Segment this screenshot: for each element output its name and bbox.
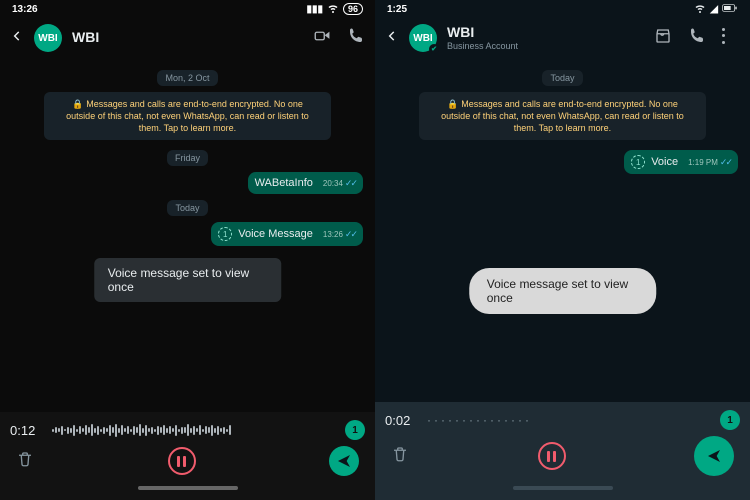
pause-button[interactable] (538, 442, 566, 470)
lock-icon: 🔒 (447, 99, 458, 109)
home-indicator[interactable] (138, 486, 238, 490)
wifi-icon (694, 2, 706, 17)
toast: Voice message set to view once (94, 258, 282, 302)
chat-header: WBI ✔ WBI Business Account (375, 18, 750, 58)
date-separator: Mon, 2 Oct (157, 70, 217, 86)
pause-button[interactable] (168, 447, 196, 475)
chat-title[interactable]: WBI (72, 30, 99, 45)
back-button[interactable] (10, 29, 24, 48)
voice-message-outgoing[interactable]: 1 Voice 1:19 PM✓✓ (624, 150, 738, 174)
video-call-button[interactable] (313, 27, 331, 50)
chat-subtitle: Business Account (447, 41, 518, 51)
voice-call-button[interactable] (347, 27, 365, 50)
lock-icon: 🔒 (72, 99, 83, 109)
view-once-icon: 1 (218, 227, 232, 241)
view-once-toggle[interactable]: 1 (345, 420, 365, 440)
wifi-icon (327, 2, 339, 17)
voice-message-outgoing[interactable]: 1 Voice Message 13:26✓✓ (211, 222, 363, 246)
avatar[interactable]: WBI ✔ (409, 24, 437, 52)
signal-icon: ◢ (710, 4, 718, 15)
date-separator: Today (167, 200, 207, 216)
read-ticks-icon: ✓✓ (345, 178, 356, 189)
send-button[interactable] (694, 436, 734, 476)
chat-title[interactable]: WBI (447, 25, 518, 40)
read-ticks-icon: ✓✓ (720, 157, 731, 168)
message-text: Voice (651, 156, 678, 168)
phone-ios: 13:26 ▮▮▮ 96 WBI WBI Mon, 2 Oct (0, 0, 375, 500)
date-separator: Today (542, 70, 582, 86)
chat-body[interactable]: Today 🔒Messages and calls are end-to-end… (375, 58, 750, 402)
message-time: 20:34 (323, 179, 343, 188)
message-time: 1:19 PM (688, 158, 718, 167)
waveform[interactable]: ··············· (427, 413, 712, 427)
chat-body[interactable]: Mon, 2 Oct 🔒Messages and calls are end-t… (0, 58, 375, 412)
delete-recording-button[interactable] (391, 445, 409, 468)
back-button[interactable] (385, 29, 399, 48)
storefront-button[interactable] (654, 27, 672, 50)
encryption-notice[interactable]: 🔒Messages and calls are end-to-end encry… (44, 92, 332, 140)
encryption-notice[interactable]: 🔒Messages and calls are end-to-end encry… (419, 92, 707, 140)
voice-call-button[interactable] (688, 27, 706, 50)
message-text: WABetaInfo (255, 177, 313, 189)
business-badge-icon: ✔ (429, 44, 439, 54)
voice-recorder: 0:02 ··············· 1 (375, 402, 750, 500)
battery-icon (722, 3, 738, 16)
view-once-toggle[interactable]: 1 (720, 410, 740, 430)
record-timer: 0:12 (10, 423, 44, 438)
toast: Voice message set to view once (469, 268, 657, 314)
date-separator: Friday (167, 150, 208, 166)
send-button[interactable] (329, 446, 359, 476)
status-bar: 13:26 ▮▮▮ 96 (0, 0, 375, 18)
status-time: 13:26 (12, 4, 38, 15)
battery-badge: 96 (343, 3, 363, 15)
view-once-icon: 1 (631, 155, 645, 169)
chat-header: WBI WBI (0, 18, 375, 58)
delete-recording-button[interactable] (16, 450, 34, 473)
message-text: Voice Message (238, 228, 313, 240)
voice-recorder: 0:12 1 (0, 412, 375, 500)
record-timer: 0:02 (385, 413, 419, 428)
signal-icon: ▮▮▮ (306, 4, 323, 15)
waveform[interactable] (52, 421, 337, 439)
status-time: 1:25 (387, 4, 407, 15)
home-indicator[interactable] (513, 486, 613, 490)
avatar[interactable]: WBI (34, 24, 62, 52)
message-outgoing[interactable]: WABetaInfo 20:34✓✓ (248, 172, 363, 194)
phone-android: 1:25 ◢ WBI ✔ WBI Business Account (375, 0, 750, 500)
status-bar: 1:25 ◢ (375, 0, 750, 18)
read-ticks-icon: ✓✓ (345, 229, 356, 240)
message-time: 13:26 (323, 230, 343, 239)
more-menu-button[interactable] (722, 27, 740, 45)
